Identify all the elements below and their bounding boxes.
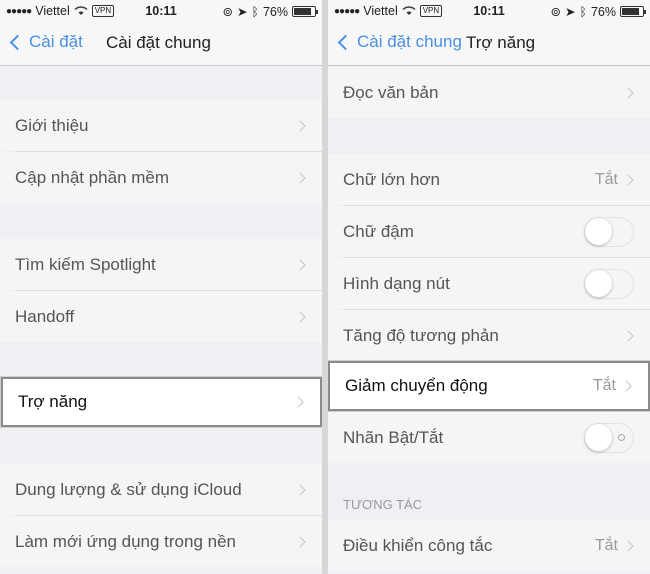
battery-icon bbox=[620, 6, 646, 17]
list-item-tro-nang[interactable]: Trợ năng bbox=[1, 377, 322, 427]
chevron-right-icon bbox=[294, 258, 306, 271]
list-item-giam-chuyen-dong[interactable]: Giảm chuyển động Tắt bbox=[328, 361, 650, 411]
chevron-right-icon bbox=[622, 86, 634, 99]
nav-bar: Cài đặt Cài đặt chung bbox=[0, 22, 322, 66]
section-header-interaction: TƯƠNG TÁC bbox=[343, 497, 423, 512]
list-item-doc-van-ban[interactable]: Đọc văn bản bbox=[328, 67, 650, 118]
chevron-right-icon bbox=[622, 329, 634, 342]
list-item-chu-dam: Chữ đậm bbox=[328, 206, 650, 257]
battery-icon bbox=[292, 6, 318, 17]
list-item-gioi-thieu[interactable]: Giới thiệu bbox=[0, 100, 322, 151]
status-bar: ●●●●● Viettel VPN 10:11 ⊚ ➤ ᛒ 76% bbox=[0, 0, 322, 22]
on-off-labels-toggle[interactable] bbox=[584, 422, 634, 453]
bluetooth-icon: ᛒ bbox=[579, 4, 587, 19]
list-item-tang-do-tuong-phan[interactable]: Tăng độ tương phản bbox=[328, 310, 650, 361]
chevron-right-icon bbox=[622, 539, 634, 552]
list-item-chu-lon-hon[interactable]: Chữ lớn hơn Tắt bbox=[328, 154, 650, 205]
location-icon: ➤ bbox=[236, 5, 248, 19]
list-item-handoff[interactable]: Handoff bbox=[0, 291, 322, 342]
nav-bar: Cài đặt chung Trợ năng bbox=[328, 22, 650, 66]
list-item-nhan-bat-tat: Nhãn Bật/Tắt bbox=[328, 412, 650, 463]
right-panel: ●●●●● Viettel VPN 10:11 ⊚ ➤ ᛒ 76% Cài đặ… bbox=[328, 0, 650, 574]
chevron-right-icon bbox=[292, 396, 304, 408]
location-icon: ➤ bbox=[564, 5, 576, 19]
list-item-hinh-dang-nut: Hình dạng nút bbox=[328, 258, 650, 309]
chevron-right-icon bbox=[622, 173, 634, 186]
rotation-lock-icon: ⊚ bbox=[222, 5, 233, 19]
rotation-lock-icon: ⊚ bbox=[550, 5, 561, 19]
chevron-right-icon bbox=[620, 380, 632, 392]
chevron-right-icon bbox=[294, 171, 306, 184]
chevron-left-icon bbox=[337, 34, 354, 50]
off-label-icon bbox=[618, 433, 625, 441]
back-label: Cài đặt chung bbox=[357, 32, 462, 51]
back-button[interactable]: Cài đặt bbox=[8, 32, 83, 52]
list-item-spotlight[interactable]: Tìm kiếm Spotlight bbox=[0, 239, 322, 290]
list-item-icloud[interactable]: Dung lượng & sử dụng iCloud bbox=[0, 464, 322, 515]
chevron-right-icon bbox=[294, 310, 306, 323]
status-bar: ●●●●● Viettel VPN 10:11 ⊚ ➤ ᛒ 76% bbox=[328, 0, 650, 22]
chevron-right-icon bbox=[294, 535, 306, 548]
bold-text-toggle[interactable] bbox=[584, 216, 634, 247]
left-panel: ●●●●● Viettel VPN 10:11 ⊚ ➤ ᛒ 76% Cài đặ… bbox=[0, 0, 322, 574]
chevron-right-icon bbox=[294, 483, 306, 496]
list-item-lam-moi[interactable]: Làm mới ứng dụng trong nền bbox=[0, 516, 322, 567]
bluetooth-icon: ᛒ bbox=[251, 4, 259, 19]
back-label: Cài đặt bbox=[29, 32, 83, 51]
button-shapes-toggle[interactable] bbox=[584, 268, 634, 299]
page-title: Trợ năng bbox=[466, 33, 536, 52]
battery-percent: 76% bbox=[590, 4, 616, 19]
battery-percent: 76% bbox=[262, 4, 288, 19]
page-title: Cài đặt chung bbox=[106, 33, 211, 52]
list-item-cap-nhat[interactable]: Cập nhật phần mềm bbox=[0, 152, 322, 203]
list-item-dieu-khien-cong-tac[interactable]: Điều khiển công tắc Tắt bbox=[328, 520, 650, 571]
back-button[interactable]: Cài đặt chung bbox=[336, 32, 462, 52]
chevron-left-icon bbox=[9, 34, 26, 50]
chevron-right-icon bbox=[294, 119, 306, 132]
